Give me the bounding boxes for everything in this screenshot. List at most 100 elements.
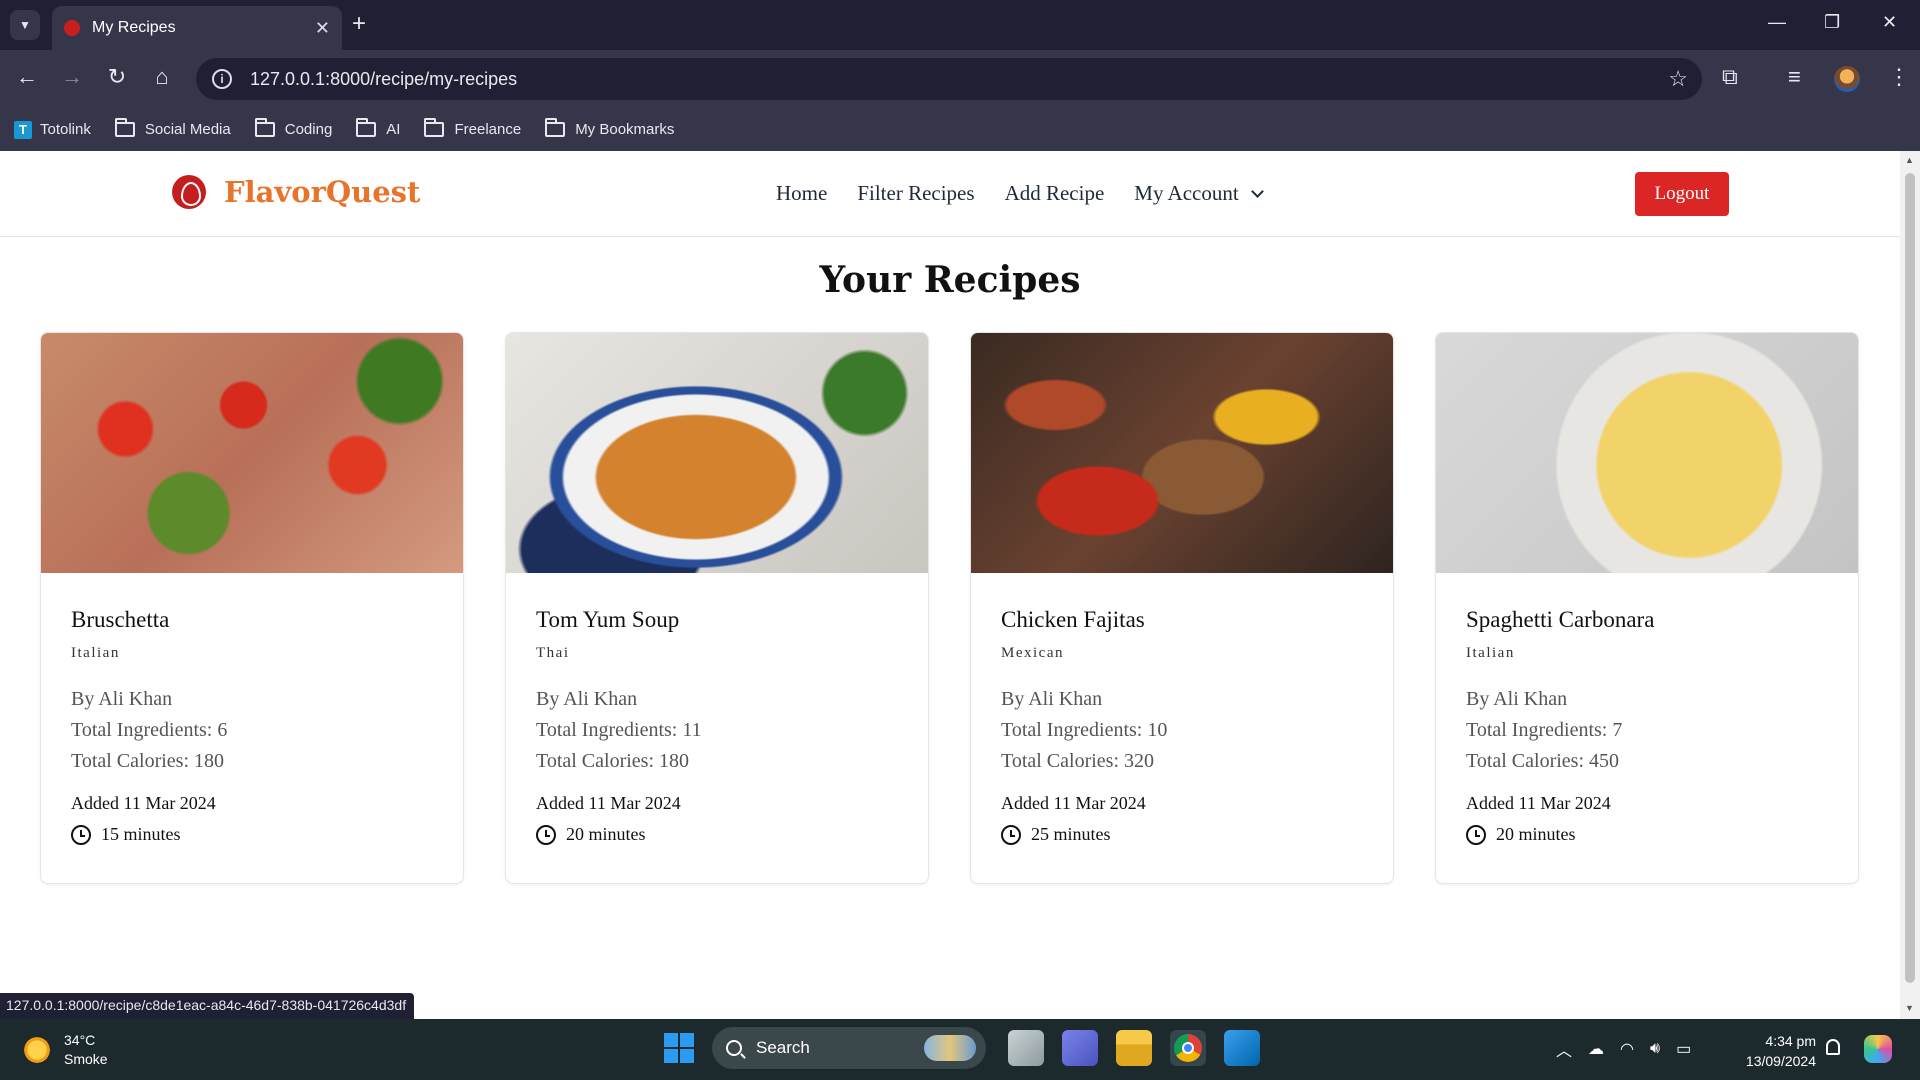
scroll-up-icon[interactable]: ▲	[1905, 155, 1914, 165]
logout-button[interactable]: Logout	[1635, 172, 1729, 216]
nav-home[interactable]: Home	[776, 181, 827, 206]
bookmark-folder-ai[interactable]: AI	[356, 118, 400, 138]
restore-icon[interactable]: ❐	[1824, 12, 1840, 33]
minimize-icon[interactable]: —	[1768, 12, 1786, 33]
nav-my-account[interactable]: My Account	[1134, 181, 1264, 206]
nav-my-account-label: My Account	[1134, 181, 1239, 205]
tab-title: My Recipes	[92, 19, 176, 36]
bookmark-label: Totolink	[40, 121, 91, 138]
search-highlight-icon	[924, 1035, 976, 1061]
media-controls-icon[interactable]: ≡	[1788, 64, 1801, 90]
folder-icon	[545, 118, 566, 137]
nav-add-recipe[interactable]: Add Recipe	[1005, 181, 1105, 206]
recipe-cuisine: Thai	[536, 645, 570, 661]
taskbar-date: 13/09/2024	[1745, 1053, 1816, 1069]
new-tab-plus-icon[interactable]: +	[352, 12, 366, 36]
recipe-author: By Ali Khan	[1001, 688, 1103, 710]
recipe-title[interactable]: Chicken Fajitas	[1001, 607, 1363, 633]
status-bar-url: 127.0.0.1:8000/recipe/c8de1eac-a84c-46d7…	[0, 993, 415, 1019]
bookmark-folder-coding[interactable]: Coding	[254, 118, 333, 138]
recipe-added-date: Added 11 Mar 2024	[71, 793, 216, 813]
bookmark-folder-social-media[interactable]: Social Media	[114, 118, 231, 138]
main-nav: Home Filter Recipes Add Recipe My Accoun…	[776, 181, 1264, 206]
bookmark-label: Coding	[284, 121, 333, 138]
vscode-icon[interactable]	[1224, 1030, 1260, 1066]
recipe-card[interactable]: Chicken Fajitas Mexican By Ali Khan Tota…	[970, 332, 1394, 884]
recipe-added-date: Added 11 Mar 2024	[1001, 793, 1146, 813]
clock-icon	[71, 824, 91, 845]
forward-arrow-icon[interactable]: →	[57, 64, 87, 90]
recipe-image-chicken-fajitas[interactable]	[971, 333, 1393, 573]
recipe-card[interactable]: Tom Yum Soup Thai By Ali Khan Total Ingr…	[505, 332, 929, 884]
file-explorer-icon[interactable]	[1116, 1030, 1152, 1066]
tab-close-icon[interactable]: ✕	[315, 18, 330, 39]
bookmark-folder-my-bookmarks[interactable]: My Bookmarks	[545, 118, 674, 138]
recipe-ingredients: Total Ingredients: 7	[1466, 719, 1623, 741]
close-window-icon[interactable]: ✕	[1882, 12, 1897, 33]
scroll-thumb[interactable]	[1905, 173, 1915, 983]
copilot-icon[interactable]	[1864, 1035, 1892, 1063]
folder-icon	[424, 118, 445, 137]
site-info-icon[interactable]: i	[212, 69, 232, 89]
recipe-ingredients: Total Ingredients: 10	[1001, 719, 1168, 741]
bookmark-totolink[interactable]: T Totolink	[14, 120, 91, 139]
bookmark-folder-freelance[interactable]: Freelance	[424, 118, 522, 138]
url-text[interactable]: 127.0.0.1:8000/recipe/my-recipes	[250, 69, 517, 90]
recipe-card[interactable]: Bruschetta Italian By Ali Khan Total Ing…	[40, 332, 464, 884]
weather-widget[interactable]: 34°C Smoke	[22, 1031, 108, 1069]
recipe-image-tom-yum-soup[interactable]	[506, 333, 928, 573]
recipe-cuisine: Mexican	[1001, 645, 1064, 661]
bookmark-label: Freelance	[454, 121, 522, 138]
windows-start-icon[interactable]	[664, 1033, 694, 1063]
wifi-icon[interactable]: ◠	[1620, 1039, 1634, 1059]
taskbar-clock[interactable]: 4:34 pm 13/09/2024	[1740, 1031, 1816, 1071]
more-menu-icon[interactable]: ⋮	[1888, 64, 1910, 90]
recipe-card[interactable]: Spaghetti Carbonara Italian By Ali Khan …	[1435, 332, 1859, 884]
folder-icon	[254, 118, 275, 137]
scroll-down-icon[interactable]: ▼	[1905, 1003, 1914, 1013]
taskbar-search[interactable]: Search	[712, 1027, 986, 1069]
recipe-calories: Total Calories: 450	[1466, 750, 1620, 772]
recipe-author: By Ali Khan	[1466, 688, 1568, 710]
tray-overflow-chevron-icon[interactable]: ︿	[1556, 1037, 1572, 1061]
volume-icon[interactable]: 🔊︎	[1650, 1040, 1660, 1058]
chrome-icon[interactable]	[1170, 1030, 1206, 1066]
recipe-title[interactable]: Tom Yum Soup	[536, 607, 898, 633]
battery-icon[interactable]: ▭	[1676, 1039, 1691, 1059]
address-bar[interactable]: i 127.0.0.1:8000/recipe/my-recipes ☆	[196, 58, 1702, 100]
recipe-title[interactable]: Bruschetta	[71, 607, 433, 633]
recipe-cook-time: 25 minutes	[1031, 824, 1111, 844]
back-arrow-icon[interactable]: ←	[12, 64, 42, 90]
nav-filter-recipes[interactable]: Filter Recipes	[857, 181, 974, 206]
brand-name: FlavorQuest	[224, 175, 421, 209]
recipe-calories: Total Calories: 180	[536, 750, 690, 772]
reload-icon[interactable]: ↻	[102, 64, 132, 90]
system-tray: ︿ ☁ ◠ 🔊︎ ▭	[1556, 1037, 1707, 1061]
page-title: Your Recipes	[819, 259, 1081, 301]
recipe-author: By Ali Khan	[536, 688, 638, 710]
clock-icon	[1466, 824, 1486, 845]
totolink-logo-icon: T	[14, 120, 32, 139]
home-icon[interactable]: ⌂	[147, 64, 177, 90]
bookmark-star-icon[interactable]: ☆	[1668, 66, 1688, 92]
profile-avatar[interactable]	[1834, 66, 1860, 92]
browser-tab-active[interactable]: My Recipes ✕	[52, 6, 342, 50]
browser-tab-bar: ▼ My Recipes ✕ + — ❐ ✕	[0, 0, 1920, 50]
recipe-image-bruschetta[interactable]	[41, 333, 463, 573]
recipe-ingredients: Total Ingredients: 11	[536, 719, 702, 741]
teams-icon[interactable]	[1062, 1030, 1098, 1066]
weather-temperature: 34°C	[64, 1032, 96, 1048]
recipe-cook-time: 20 minutes	[1496, 824, 1576, 844]
extensions-puzzle-icon[interactable]: ⧉	[1722, 64, 1738, 90]
page-scrollbar[interactable]: ▲ ▼	[1900, 151, 1920, 1019]
notification-bell-icon[interactable]	[1826, 1039, 1840, 1055]
tab-search-chevron-icon[interactable]: ▼	[10, 10, 40, 40]
recipe-ingredients: Total Ingredients: 6	[71, 719, 228, 741]
recipe-image-spaghetti-carbonara[interactable]	[1436, 333, 1858, 573]
site-header: FlavorQuest Home Filter Recipes Add Reci…	[0, 151, 1900, 237]
recipe-title[interactable]: Spaghetti Carbonara	[1466, 607, 1828, 633]
onedrive-cloud-icon[interactable]: ☁	[1588, 1039, 1604, 1059]
task-view-icon[interactable]	[1008, 1030, 1044, 1066]
recipe-added-date: Added 11 Mar 2024	[536, 793, 681, 813]
site-logo[interactable]: FlavorQuest	[172, 175, 420, 209]
